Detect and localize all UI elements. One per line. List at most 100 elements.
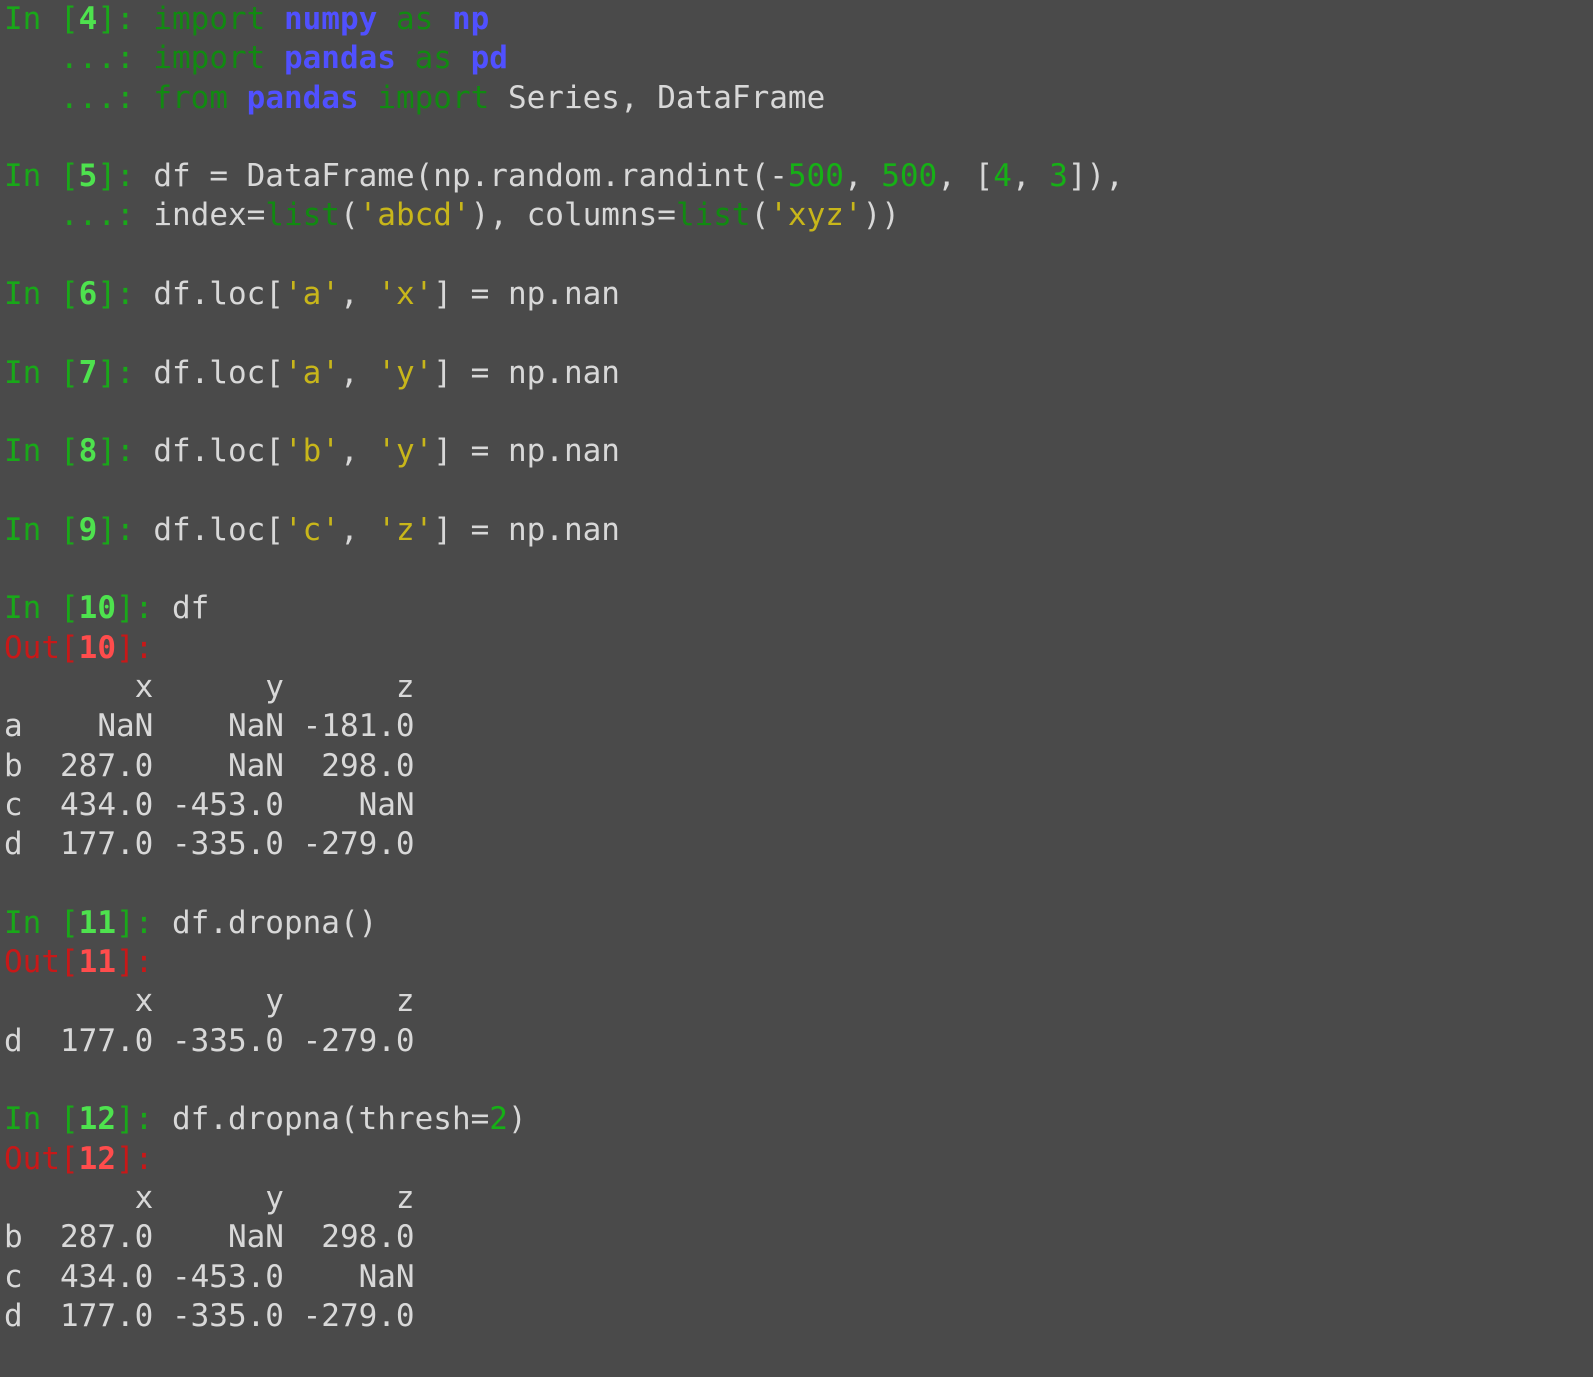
code-token: 'x': [377, 276, 434, 313]
code-token: ): [507, 1101, 527, 1138]
prompt-bracket: ]:: [97, 158, 135, 195]
code-token: np: [451, 1, 490, 37]
dataframe-header-row: x y z: [4, 1179, 1593, 1218]
input-line: In [4]: import numpy as np: [4, 0, 1593, 39]
code-token: as: [395, 1, 434, 37]
code-token: ] = np.nan: [433, 511, 620, 548]
prompt-bracket: ]:: [97, 433, 135, 470]
code-token: ), columns=: [470, 197, 676, 234]
code-token: 2: [489, 1101, 508, 1138]
code-token: ] = np.nan: [433, 433, 620, 470]
dataframe-row-text: d 177.0 -335.0 -279.0: [4, 1022, 415, 1059]
input-line: In [10]: df: [4, 589, 1593, 628]
prompt-bracket: [: [41, 433, 79, 470]
dataframe-row-text: c 434.0 -453.0 NaN: [4, 1258, 415, 1295]
code-token: import: [153, 1, 266, 37]
in-prompt-number: 8: [78, 433, 98, 470]
code-token: df.loc[: [153, 433, 284, 470]
in-prompt-number: 12: [78, 1101, 116, 1138]
prompt-bracket: [: [41, 1, 79, 37]
input-line: ...: from pandas import Series, DataFram…: [4, 79, 1593, 118]
output-prompt-line: Out[12]:: [4, 1140, 1593, 1179]
code-token: , [: [937, 158, 994, 195]
in-prompt-label: In: [4, 590, 42, 627]
dataframe-row: a NaN NaN -181.0: [4, 707, 1593, 746]
input-line: In [9]: df.loc['c', 'z'] = np.nan: [4, 511, 1593, 550]
code-token: import: [153, 40, 266, 77]
prompt-bracket: ]:: [116, 629, 154, 666]
code-token: numpy: [283, 1, 378, 37]
input-line: In [11]: df.dropna(): [4, 904, 1593, 943]
dataframe-row-text: d 177.0 -335.0 -279.0: [4, 1297, 415, 1334]
input-line: In [8]: df.loc['b', 'y'] = np.nan: [4, 432, 1593, 471]
code-token: 'a': [283, 354, 340, 391]
code-token: list: [265, 197, 340, 234]
prompt-bracket: [: [41, 1101, 79, 1138]
code-token: 'abcd': [358, 197, 471, 234]
code-token: 4: [993, 158, 1012, 195]
code-token: 'b': [283, 433, 340, 470]
prompt-bracket: [: [41, 904, 79, 941]
input-line: ...: index=list('abcd'), columns=list('x…: [4, 196, 1593, 235]
dataframe-row: d 177.0 -335.0 -279.0: [4, 825, 1593, 864]
input-line: In [7]: df.loc['a', 'y'] = np.nan: [4, 354, 1593, 393]
prompt-bracket: ]:: [97, 276, 135, 313]
out-prompt-number: 12: [78, 1140, 116, 1177]
code-token: from: [153, 79, 228, 116]
code-token: ] = np.nan: [433, 354, 620, 391]
in-prompt-number: 5: [78, 158, 98, 195]
output-prompt-line: Out[11]:: [4, 943, 1593, 982]
prompt-bracket: ]:: [115, 590, 154, 627]
prompt-bracket: [: [41, 354, 79, 391]
prompt-bracket: [: [60, 629, 79, 666]
in-prompt-label: In: [4, 354, 42, 391]
code-token: ,: [339, 433, 378, 470]
continuation-prompt: ...:: [60, 197, 135, 234]
prompt-bracket: [: [41, 276, 79, 313]
out-prompt-number: 11: [78, 944, 116, 981]
code-token: 500: [881, 158, 938, 195]
prompt-bracket: [: [60, 944, 79, 981]
in-prompt-label: In: [4, 1, 42, 37]
dataframe-row: b 287.0 NaN 298.0: [4, 747, 1593, 786]
code-token: import: [377, 79, 490, 116]
in-prompt-number: 9: [78, 511, 98, 548]
dataframe-header-row: x y z: [4, 982, 1593, 1021]
code-token: df.loc[: [153, 276, 284, 313]
code-token: df.dropna(): [171, 904, 378, 941]
prompt-bracket: ]:: [115, 904, 154, 941]
ipython-terminal[interactable]: In [4]: import numpy as np ...: import p…: [0, 0, 1593, 1377]
prompt-bracket: [: [41, 590, 79, 627]
console-output: In [4]: import numpy as np ...: import p…: [4, 0, 1593, 1336]
dataframe-row-text: d 177.0 -335.0 -279.0: [4, 826, 415, 863]
code-token: pandas: [246, 79, 359, 116]
in-prompt-label: In: [4, 511, 42, 548]
code-token: 'z': [377, 511, 434, 548]
code-token: ,: [339, 511, 378, 548]
dataframe-row-text: c 434.0 -453.0 NaN: [4, 786, 415, 823]
code-token: Series, DataFrame: [489, 79, 826, 116]
prompt-bracket: ]:: [97, 354, 135, 391]
dataframe-row: d 177.0 -335.0 -279.0: [4, 1297, 1593, 1336]
code-token: ,: [1011, 158, 1050, 195]
code-token: df.dropna(thresh=: [171, 1101, 490, 1138]
code-token: as: [414, 40, 452, 77]
prompt-bracket: ]:: [97, 511, 135, 548]
input-line: In [12]: df.dropna(thresh=2): [4, 1100, 1593, 1139]
input-line: ...: import pandas as pd: [4, 39, 1593, 78]
